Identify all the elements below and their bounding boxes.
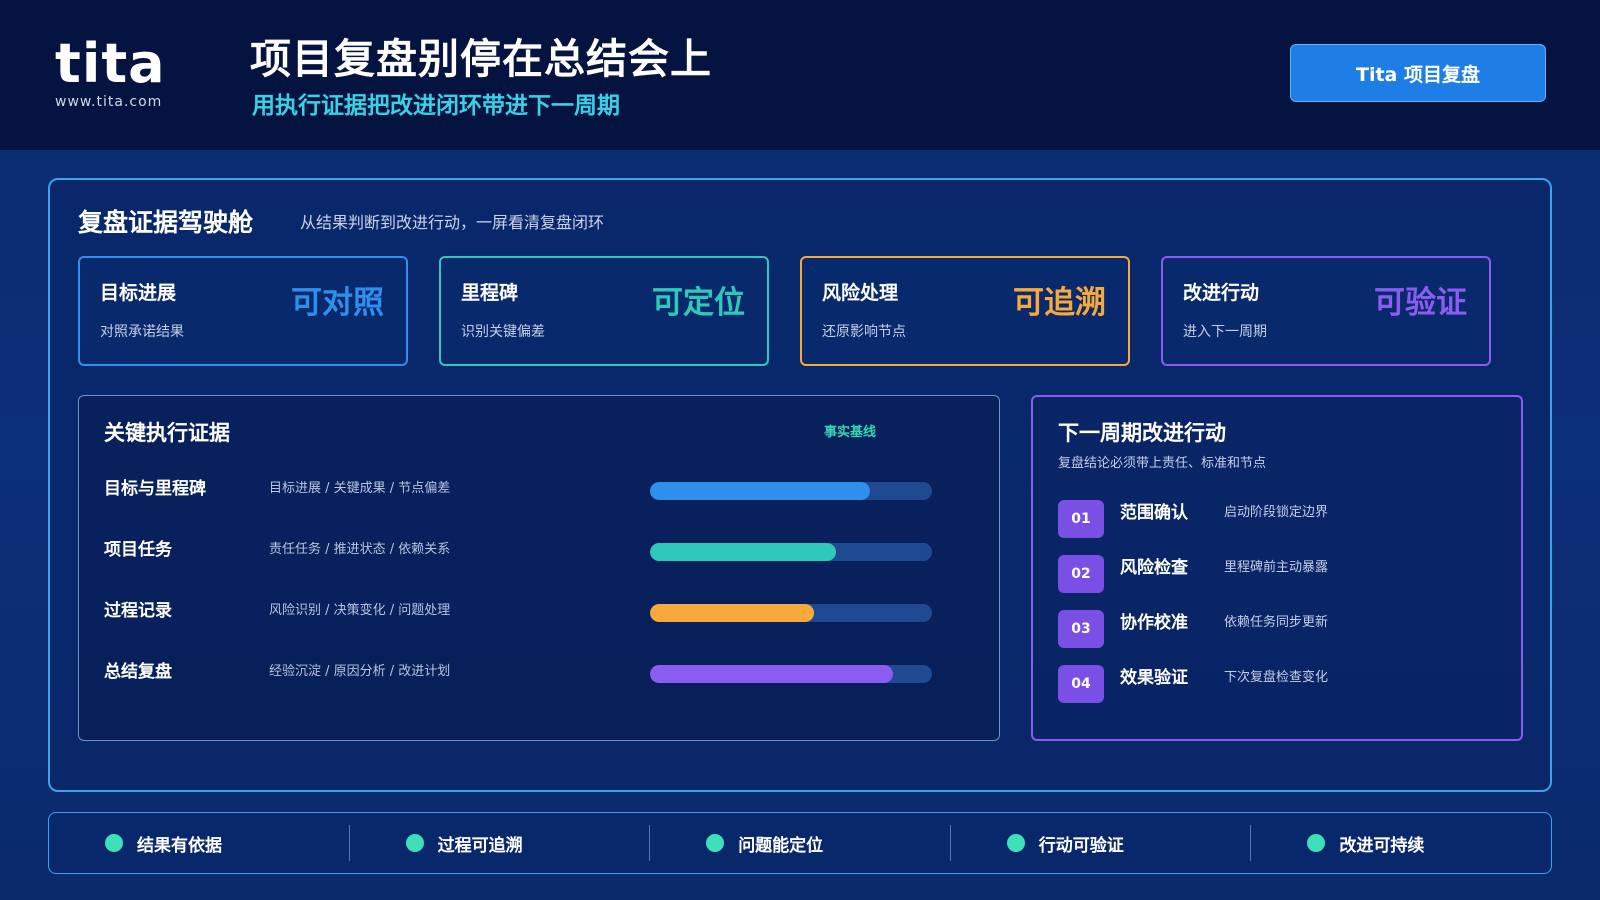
page-title: 项目复盘别停在总结会上 [250,35,712,83]
evidence-row: 项目任务 责任任务 / 推进状态 / 依赖关系 [104,537,934,567]
card-highlight: 可追溯 [1013,285,1106,321]
action-label: 效果验证 [1120,668,1188,688]
card-highlight: 可验证 [1374,285,1467,321]
evidence-progress-fill [650,604,814,622]
card-description: 对照承诺结果 [100,324,184,340]
card-label: 风险处理 [822,282,899,304]
action-label: 风险检查 [1120,558,1188,578]
card-description: 进入下一周期 [1183,324,1267,340]
logo-url: www.tita.com [55,94,163,110]
card-improvement-action[interactable]: 改进行动 进入下一周期 可验证 [1161,256,1491,366]
footer-label: 过程可追溯 [437,835,523,856]
action-number-badge: 01 [1058,500,1104,538]
card-label: 改进行动 [1183,282,1260,304]
header-bar: tita www.tita.com 项目复盘别停在总结会上 用执行证据把改进闭环… [0,0,1600,150]
evidence-progress-fill [650,543,837,561]
dot-icon [1006,834,1025,852]
page-subtitle: 用执行证据把改进闭环带进下一周期 [252,93,620,119]
evidence-progress-fill [650,665,893,683]
actions-title: 下一周期改进行动 [1058,421,1226,445]
actions-subtitle: 复盘结论必须带上责任、标准和节点 [1058,456,1267,471]
footer-label: 改进可持续 [1339,835,1425,856]
evidence-progress-track [650,543,932,561]
footer-label: 问题能定位 [738,835,824,856]
action-item[interactable]: 01 范围确认 启动阶段锁定边界 [1058,500,1498,538]
card-goal-progress[interactable]: 目标进展 对照承诺结果 可对照 [78,256,408,366]
evidence-description: 责任任务 / 推进状态 / 依赖关系 [269,542,451,557]
action-item[interactable]: 04 效果验证 下次复盘检查变化 [1058,665,1498,703]
action-description: 依赖任务同步更新 [1224,615,1329,630]
action-description: 里程碑前主动暴露 [1224,560,1329,575]
card-description: 还原影响节点 [822,324,906,340]
dot-icon [1307,834,1326,852]
action-item[interactable]: 02 风险检查 里程碑前主动暴露 [1058,555,1498,593]
evidence-row: 目标与里程碑 目标进展 / 关键成果 / 节点偏差 [104,476,934,506]
dot-icon [706,834,725,852]
action-label: 范围确认 [1120,503,1188,523]
footer-item: 过程可追溯 [348,825,650,861]
evidence-description: 经验沉淀 / 原因分析 / 改进计划 [269,664,451,679]
action-number-badge: 04 [1058,665,1104,703]
card-risk-handling[interactable]: 风险处理 还原影响节点 可追溯 [800,256,1130,366]
evidence-progress-track [650,604,932,622]
evidence-description: 风险识别 / 决策变化 / 问题处理 [269,603,451,618]
card-description: 识别关键偏差 [461,324,545,340]
logo-wordmark: tita [55,32,166,95]
footer-item: 改进可持续 [1250,825,1551,861]
evidence-title: 关键执行证据 [104,421,230,445]
action-label: 协作校准 [1120,613,1188,633]
panel-title: 复盘证据驾驶舱 [78,208,254,237]
value-footer-bar: 结果有依据 过程可追溯 问题能定位 行动可验证 改进可持续 [48,812,1552,874]
card-highlight: 可对照 [291,285,384,321]
panel-description: 从结果判断到改进行动，一屏看清复盘闭环 [300,213,605,232]
evidence-label: 目标与里程碑 [104,479,206,499]
action-description: 下次复盘检查变化 [1224,670,1329,685]
tita-logo[interactable]: tita www.tita.com [55,32,185,111]
action-description: 启动阶段锁定边界 [1224,505,1329,520]
evidence-progress-track [650,482,932,500]
action-number-badge: 02 [1058,555,1104,593]
card-label: 目标进展 [100,282,177,304]
fact-baseline-badge: 事实基线 [824,425,877,440]
action-number-badge: 03 [1058,610,1104,648]
card-highlight: 可定位 [652,285,745,321]
evidence-progress-fill [650,482,870,500]
action-item[interactable]: 03 协作校准 依赖任务同步更新 [1058,610,1498,648]
evidence-label: 过程记录 [104,601,172,621]
footer-item: 行动可验证 [949,825,1251,861]
evidence-label: 项目任务 [104,540,172,560]
evidence-row: 总结复盘 经验沉淀 / 原因分析 / 改进计划 [104,659,934,689]
dot-icon [405,834,424,852]
card-label: 里程碑 [461,282,519,304]
evidence-description: 目标进展 / 关键成果 / 节点偏差 [269,481,451,496]
project-review-button[interactable]: Tita 项目复盘 [1290,44,1546,102]
footer-item: 结果有依据 [49,825,349,861]
footer-item: 问题能定位 [649,825,950,861]
footer-label: 行动可验证 [1038,835,1124,856]
footer-label: 结果有依据 [137,835,222,856]
evidence-progress-track [650,665,932,683]
card-milestone[interactable]: 里程碑 识别关键偏差 可定位 [439,256,769,366]
evidence-row: 过程记录 风险识别 / 决策变化 / 问题处理 [104,598,934,628]
dot-icon [105,834,123,852]
evidence-label: 总结复盘 [104,662,172,682]
